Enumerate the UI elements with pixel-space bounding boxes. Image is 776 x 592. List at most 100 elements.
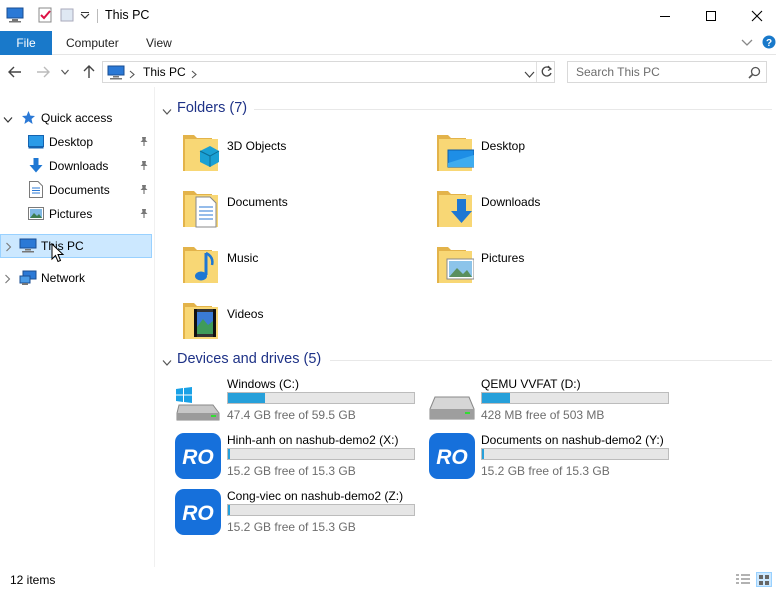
- this-pc-icon: [19, 238, 37, 256]
- videos-folder-icon: [182, 297, 220, 344]
- folder-music[interactable]: Music: [182, 241, 432, 291]
- sidebar-item-downloads[interactable]: Downloads: [0, 155, 152, 177]
- network-drive-logo-text: RO: [436, 446, 468, 469]
- sidebar-item-quick-access[interactable]: Quick access: [0, 107, 152, 129]
- drive-free-space: 15.2 GB free of 15.3 GB: [227, 464, 356, 478]
- sidebar-item-label: Quick access: [41, 111, 113, 125]
- collapsed-chevron-icon[interactable]: [5, 241, 12, 255]
- pin-icon[interactable]: [139, 160, 149, 174]
- address-bar[interactable]: This PC: [102, 61, 555, 83]
- drive-x[interactable]: RO Hinh-anh on nashub-demo2 (X:) 15.2 GB…: [175, 433, 425, 485]
- recent-locations-button[interactable]: [59, 63, 71, 81]
- collapsed-chevron-icon[interactable]: [4, 273, 11, 287]
- sidebar-item-label: Downloads: [49, 159, 109, 173]
- drive-free-space: 15.2 GB free of 15.3 GB: [227, 520, 356, 534]
- drive-y[interactable]: RO Documents on nashub-demo2 (Y:) 15.2 G…: [429, 433, 679, 485]
- pane-divider[interactable]: [154, 87, 155, 567]
- folder-label: Desktop: [481, 139, 526, 153]
- desktop-icon: [28, 135, 44, 152]
- network-drive-logo-text: RO: [182, 446, 214, 469]
- forward-button[interactable]: [34, 63, 52, 81]
- up-button[interactable]: [80, 63, 98, 81]
- refresh-icon[interactable]: [540, 65, 553, 82]
- pin-icon[interactable]: [139, 208, 149, 222]
- search-input[interactable]: Search This PC: [567, 61, 767, 83]
- desktop-folder-icon: [436, 129, 475, 176]
- hard-drive-icon: [429, 387, 475, 424]
- group-collapse-chevron-icon[interactable]: [162, 356, 172, 370]
- address-history-chevron-icon[interactable]: [524, 68, 535, 82]
- details-view-icon[interactable]: [735, 573, 751, 589]
- sidebar-item-network[interactable]: Network: [0, 267, 152, 289]
- minimize-button[interactable]: [642, 0, 688, 31]
- drive-usage-fill: [228, 449, 230, 459]
- sidebar-item-pictures[interactable]: Pictures: [0, 203, 152, 225]
- large-icons-view-icon[interactable]: [756, 572, 772, 587]
- breadcrumb-this-pc[interactable]: This PC: [143, 65, 186, 79]
- svg-text:?: ?: [766, 38, 772, 49]
- drives-header-line: [330, 360, 772, 361]
- drive-usage-bar: [227, 448, 415, 460]
- sidebar-item-label: Network: [41, 271, 86, 285]
- drive-usage-fill: [482, 449, 484, 459]
- this-pc-window-icon[interactable]: [6, 7, 24, 26]
- folder-videos[interactable]: Videos: [182, 297, 432, 347]
- minimize-icon: [660, 15, 670, 17]
- folder-desktop[interactable]: Desktop: [436, 129, 686, 179]
- folders-group-header[interactable]: Folders (7): [162, 100, 774, 120]
- network-drive-logo-text: RO: [182, 502, 214, 525]
- folder-label: Downloads: [481, 195, 541, 209]
- sidebar-item-label: Documents: [49, 183, 110, 197]
- sidebar-item-documents[interactable]: Documents: [0, 179, 152, 201]
- pin-icon[interactable]: [139, 136, 149, 150]
- drives-group-header[interactable]: Devices and drives (5): [162, 351, 774, 371]
- network-drive-icon: RO: [175, 433, 221, 479]
- network-drive-icon: RO: [429, 433, 475, 479]
- expand-ribbon-chevron-icon[interactable]: [741, 37, 753, 51]
- group-collapse-chevron-icon[interactable]: [162, 105, 172, 119]
- drive-name: Windows (C:): [227, 377, 300, 391]
- search-icon[interactable]: [748, 66, 761, 82]
- folder-3d-objects[interactable]: 3D Objects: [182, 129, 432, 179]
- folder-pictures[interactable]: Pictures: [436, 241, 686, 291]
- drive-name: Cong-viec on nashub-demo2 (Z:): [227, 489, 404, 503]
- documents-folder-icon: [182, 185, 220, 232]
- customize-toolbar-chevron-icon[interactable]: [80, 10, 90, 24]
- network-icon: [19, 270, 37, 289]
- close-button[interactable]: [734, 0, 776, 31]
- drive-usage-bar: [481, 392, 669, 404]
- folder-documents[interactable]: Documents: [182, 185, 432, 235]
- window-title: This PC: [105, 8, 150, 22]
- tab-file[interactable]: File: [0, 31, 52, 55]
- drive-usage-bar: [227, 392, 415, 404]
- 3d-objects-folder-icon: [182, 129, 220, 176]
- sidebar-item-label: Desktop: [49, 135, 94, 149]
- help-icon[interactable]: ?: [762, 35, 776, 52]
- properties-icon[interactable]: [37, 7, 53, 26]
- drive-d[interactable]: QEMU VVFAT (D:) 428 MB free of 503 MB: [429, 377, 679, 429]
- forward-arrow-icon: [37, 66, 50, 78]
- tab-computer[interactable]: Computer: [66, 31, 119, 55]
- drive-z[interactable]: RO Cong-viec on nashub-demo2 (Z:) 15.2 G…: [175, 489, 425, 541]
- sidebar-item-desktop[interactable]: Desktop: [0, 131, 152, 153]
- breadcrumb-chevron-icon[interactable]: [129, 68, 135, 82]
- back-button[interactable]: [6, 63, 24, 81]
- folder-label: Documents: [227, 195, 288, 209]
- back-arrow-icon: [8, 66, 21, 78]
- sidebar-item-label: Pictures: [49, 207, 93, 221]
- expanded-chevron-icon[interactable]: [3, 113, 13, 127]
- folder-downloads[interactable]: Downloads: [436, 185, 686, 235]
- close-icon: [751, 10, 763, 21]
- maximize-icon: [706, 10, 716, 21]
- drive-c[interactable]: Windows (C:) 47.4 GB free of 59.5 GB: [175, 377, 425, 429]
- drive-free-space: 15.2 GB free of 15.3 GB: [481, 464, 610, 478]
- maximize-button[interactable]: [688, 0, 734, 31]
- pin-icon[interactable]: [139, 184, 149, 198]
- documents-icon: [29, 181, 43, 201]
- ribbon-tabs: File Computer View ?: [0, 31, 776, 55]
- tab-view[interactable]: View: [146, 31, 172, 55]
- new-folder-icon[interactable]: [59, 7, 75, 26]
- breadcrumb-chevron-icon[interactable]: [191, 68, 197, 82]
- drive-name: Hinh-anh on nashub-demo2 (X:): [227, 433, 399, 447]
- sidebar-item-this-pc[interactable]: This PC: [0, 234, 152, 263]
